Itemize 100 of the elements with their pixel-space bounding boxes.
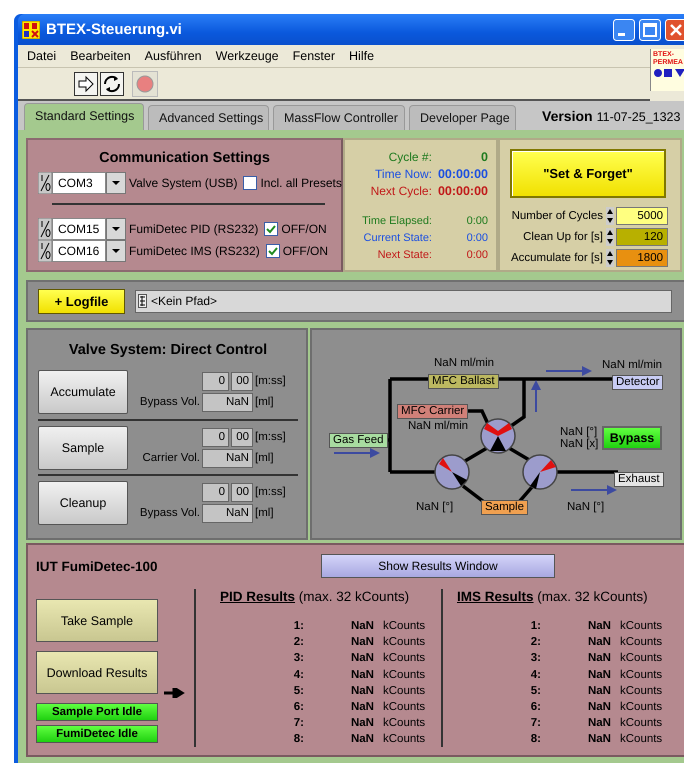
- node-label: MFC Carrier: [397, 404, 468, 419]
- number-field[interactable]: 1800: [616, 248, 668, 266]
- minimize-button[interactable]: [613, 18, 635, 40]
- bypass-indicator: Bypass: [602, 426, 662, 450]
- flow-arrow: [531, 380, 541, 412]
- row-index: 8:: [530, 733, 541, 748]
- unit-label: kCounts: [619, 700, 661, 715]
- mode-button[interactable]: Accumulate: [38, 370, 128, 414]
- flow-arrow: [546, 366, 592, 376]
- seconds-field[interactable]: 00: [231, 482, 253, 502]
- seconds-field[interactable]: 00: [231, 428, 253, 446]
- volume-field: NaN: [202, 448, 253, 468]
- number-field[interactable]: 120: [616, 228, 668, 246]
- row-index: 7:: [530, 717, 541, 732]
- valve-icon[interactable]: [522, 454, 558, 490]
- status-label: Cycle #:: [388, 150, 432, 166]
- checkbox[interactable]: [266, 244, 280, 258]
- row-index: 7:: [292, 717, 304, 732]
- number-field[interactable]: 5000: [616, 206, 668, 224]
- valve-icon[interactable]: [480, 418, 516, 454]
- port-field[interactable]: COM15: [52, 218, 106, 240]
- seconds-field[interactable]: 00: [231, 372, 253, 390]
- status-label: Next Cycle:: [370, 184, 432, 200]
- result-value: NaN: [350, 684, 374, 699]
- run-continuously-button[interactable]: [100, 72, 124, 96]
- readout: NaN [x]: [560, 438, 598, 450]
- status-value: 0: [480, 150, 488, 166]
- spinner-icon[interactable]: [606, 248, 614, 266]
- logfile-button[interactable]: + Logfile: [38, 288, 125, 314]
- spinner-icon[interactable]: [606, 228, 614, 246]
- status-value: 0:00: [466, 232, 488, 246]
- menu-item[interactable]: Datei: [20, 49, 64, 63]
- volume-label: Bypass Vol.: [138, 396, 200, 408]
- tab[interactable]: Developer Page: [409, 105, 516, 130]
- port-field[interactable]: COM3: [52, 172, 106, 194]
- mode-button[interactable]: Cleanup: [38, 480, 128, 524]
- menu-item[interactable]: Fenster: [286, 49, 342, 63]
- path-text: <Kein Pfad>: [151, 294, 218, 308]
- menu-item[interactable]: Werkzeuge: [208, 49, 286, 63]
- spinner-icon[interactable]: [606, 206, 614, 224]
- action-button[interactable]: Take Sample: [36, 599, 158, 642]
- result-value: NaN: [586, 636, 611, 650]
- status-label: Time Elapsed:: [361, 215, 432, 229]
- row-index: 2:: [530, 636, 541, 650]
- result-value: NaN: [350, 652, 374, 666]
- minutes-field[interactable]: 0: [202, 428, 229, 446]
- maximize-button[interactable]: [639, 18, 661, 40]
- unit-label: kCounts: [619, 636, 661, 650]
- results-note: (max. 32 kCounts): [298, 589, 410, 604]
- pipe-line: [557, 470, 618, 474]
- result-value: NaN: [586, 700, 611, 715]
- checkbox[interactable]: [264, 222, 278, 236]
- flow-arrow: [334, 448, 380, 458]
- readout: NaN ml/min: [602, 359, 662, 371]
- row-index: 2:: [292, 636, 304, 650]
- status-value: 00:00:00: [438, 184, 488, 200]
- path-field[interactable]: <Kein Pfad>: [135, 290, 672, 312]
- run-button[interactable]: [74, 72, 98, 96]
- row-index: 5:: [292, 684, 304, 699]
- close-button[interactable]: [665, 18, 684, 40]
- row-index: 1:: [292, 620, 304, 634]
- tab[interactable]: MassFlow Controller: [273, 105, 405, 130]
- result-value: NaN: [350, 733, 374, 748]
- unit-label: kCounts: [382, 668, 424, 683]
- unit-label: kCounts: [382, 684, 424, 699]
- results-title: PID Results: [220, 589, 296, 604]
- status-label: Time Now:: [374, 167, 432, 183]
- row-index: 1:: [530, 620, 541, 634]
- row-index: 3:: [530, 652, 541, 666]
- valve-icon[interactable]: [434, 454, 470, 490]
- io-icon: [38, 172, 52, 194]
- path-icon: [138, 294, 147, 308]
- minutes-field[interactable]: 0: [202, 372, 229, 390]
- setting-label: Accumulate for [s]: [510, 252, 603, 264]
- section-title: Valve System: Direct Control: [68, 342, 268, 358]
- app-icon: [22, 20, 40, 38]
- readout: NaN [°]: [560, 426, 598, 438]
- readout: NaN ml/min: [434, 357, 494, 369]
- show-results-button[interactable]: Show Results Window: [321, 554, 555, 578]
- pipe-line: [466, 409, 490, 425]
- tab[interactable]: Advanced Settings: [148, 105, 269, 130]
- set-and-forget-button[interactable]: "Set & Forget": [510, 149, 666, 198]
- port-field[interactable]: COM16: [52, 240, 106, 262]
- status-label: Current State:: [362, 232, 432, 246]
- unit-label: kCounts: [619, 684, 661, 699]
- menu-item[interactable]: Bearbeiten: [63, 49, 138, 63]
- row-index: 3:: [292, 652, 304, 666]
- node-label: Gas Feed: [329, 433, 388, 448]
- version-value: 11-07-25_1323: [596, 110, 680, 124]
- status-indicator: Sample Port Idle: [36, 703, 158, 721]
- minutes-field[interactable]: 0: [202, 482, 229, 502]
- volume-field: NaN: [202, 504, 253, 522]
- menu-item[interactable]: Ausführen: [138, 49, 209, 63]
- menu-item[interactable]: Hilfe: [342, 49, 382, 63]
- action-button[interactable]: Download Results: [36, 651, 158, 694]
- tab[interactable]: Standard Settings: [24, 103, 144, 130]
- mode-button[interactable]: Sample: [38, 426, 128, 470]
- checkbox[interactable]: [243, 176, 258, 190]
- unit-label: kCounts: [619, 733, 661, 748]
- status-value: 0:00: [466, 215, 488, 229]
